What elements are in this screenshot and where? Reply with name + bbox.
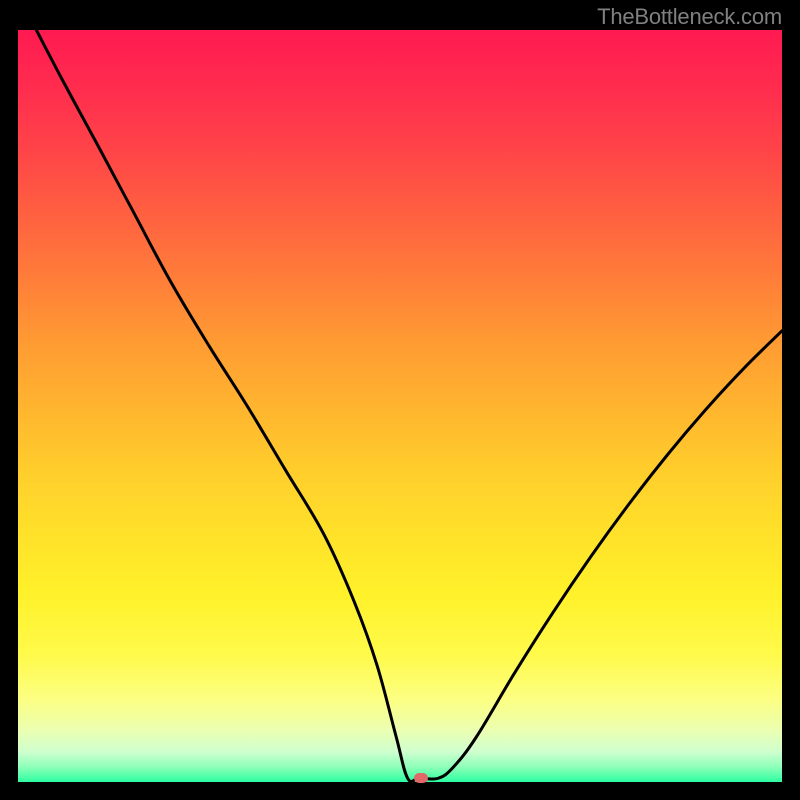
plot-area (18, 30, 782, 782)
watermark-text: TheBottleneck.com (597, 4, 782, 30)
chart-frame: TheBottleneck.com (0, 0, 800, 800)
bottleneck-curve (18, 30, 782, 782)
optimal-point-marker (414, 773, 428, 783)
